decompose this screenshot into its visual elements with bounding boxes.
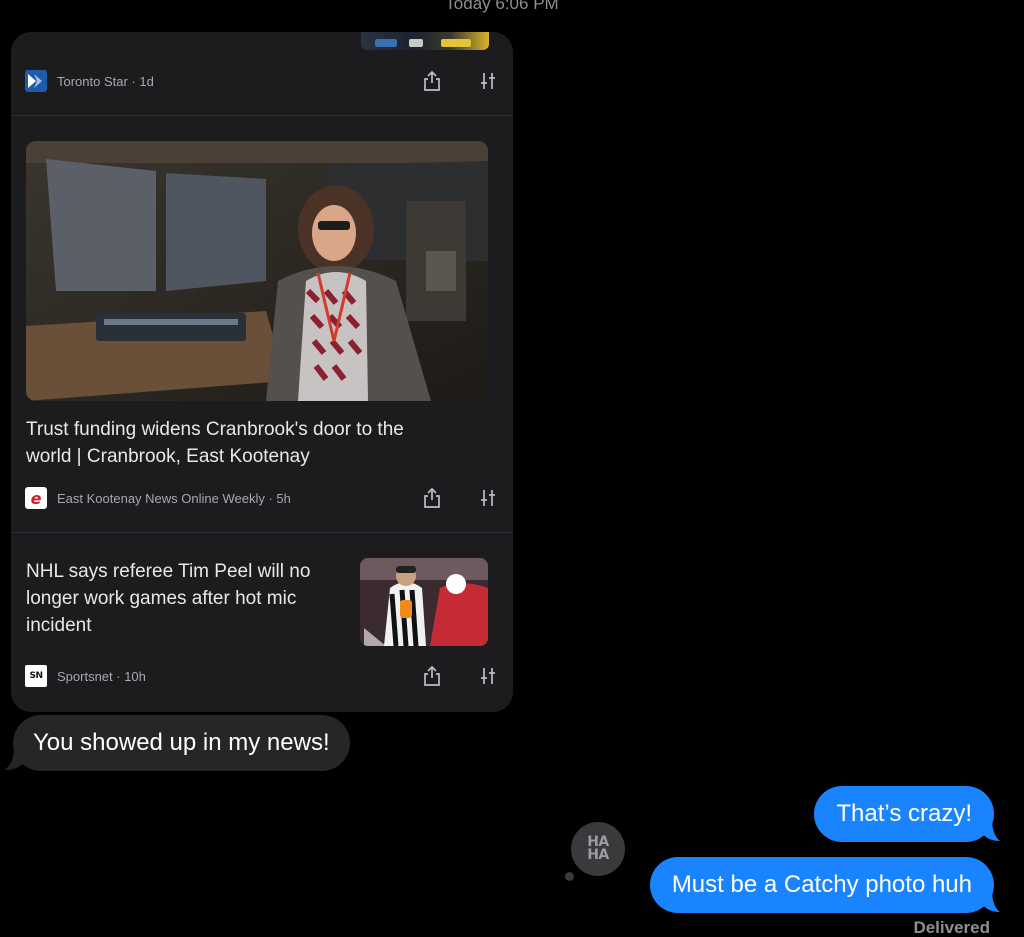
card-divider <box>11 115 513 116</box>
article-source-row-toronto-star: Toronto Star · 1d <box>25 69 499 93</box>
ek-news-logo-icon: e <box>25 487 47 509</box>
incoming-message-bubble[interactable]: You showed up in my news! <box>13 715 350 771</box>
article-source-label: Toronto Star · 1d <box>57 73 154 89</box>
article-headline-cranbrook[interactable]: Trust funding widens Cranbrook's door to… <box>26 416 404 470</box>
outgoing-message-text: That’s crazy! <box>836 800 972 827</box>
share-icon[interactable] <box>421 70 443 92</box>
card-divider <box>11 532 513 533</box>
sportsnet-logo-icon: SN <box>25 665 47 687</box>
haha-tapback-icon[interactable]: HA HA <box>571 822 625 876</box>
article-headline-nhl[interactable]: NHL says referee Tim Peel will no longer… <box>26 558 346 639</box>
messages-screen: Today 6:06 PM Toronto Star · 1d Trust fu… <box>0 0 1024 937</box>
delivery-status: Delivered <box>913 918 990 937</box>
incoming-message-text: You showed up in my news! <box>33 729 330 756</box>
share-icon[interactable] <box>421 665 443 687</box>
article-photo-woman-in-control-booth[interactable] <box>26 141 488 401</box>
outgoing-bubble-tail <box>982 819 1000 841</box>
conversation-timestamp: Today 6:06 PM <box>445 0 559 13</box>
toronto-star-logo-icon <box>25 70 47 92</box>
shared-news-card[interactable]: Toronto Star · 1d Trust funding widens C… <box>11 32 513 712</box>
article-source-label: East Kootenay News Online Weekly · 5h <box>57 490 291 506</box>
article-photo-hockey-referee[interactable] <box>360 558 488 646</box>
sort-options-icon[interactable] <box>477 665 499 687</box>
article-source-label: Sportsnet · 10h <box>57 668 146 684</box>
tapback-dot <box>565 872 574 881</box>
article-source-row-east-kootenay: e East Kootenay News Online Weekly · 5h <box>25 486 499 510</box>
article-source-row-sportsnet: SN Sportsnet · 10h <box>25 664 499 688</box>
sort-options-icon[interactable] <box>477 70 499 92</box>
outgoing-message-text: Must be a Catchy photo huh <box>671 871 972 898</box>
previous-article-thumbnail[interactable] <box>361 32 489 50</box>
share-icon[interactable] <box>421 487 443 509</box>
outgoing-message-bubble-2[interactable]: Must be a Catchy photo huh <box>649 857 994 913</box>
outgoing-message-bubble-1[interactable]: That’s crazy! <box>814 786 994 842</box>
sort-options-icon[interactable] <box>477 487 499 509</box>
outgoing-bubble-tail <box>982 890 1000 912</box>
